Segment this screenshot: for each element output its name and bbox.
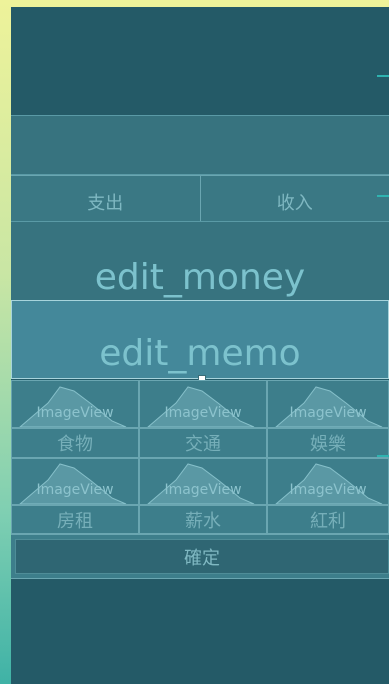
image-view-label: ImageView (164, 482, 242, 498)
category-image-entertainment[interactable]: ImageView (267, 380, 389, 428)
category-label-salary[interactable]: 薪水 (139, 505, 267, 534)
image-view-label: ImageView (36, 405, 114, 421)
category-label-food[interactable]: 食物 (11, 428, 139, 458)
tab-expense[interactable]: 支出 (11, 175, 201, 221)
bottom-area (11, 579, 389, 684)
tab-income[interactable]: 收入 (200, 175, 389, 221)
category-grid: ImageView ImageView ImageView 食物 交通 娛樂 I… (11, 380, 389, 534)
top-header (11, 7, 389, 115)
image-view-label: ImageView (164, 405, 242, 421)
category-image-food[interactable]: ImageView (11, 380, 139, 428)
edge-marker (377, 75, 389, 77)
type-tabs: 支出 收入 (11, 175, 389, 222)
category-image-salary[interactable]: ImageView (139, 458, 267, 505)
confirm-container: 確定 (11, 534, 389, 579)
edge-marker (377, 455, 389, 457)
category-label-bonus[interactable]: 紅利 (267, 505, 389, 534)
edge-marker (377, 195, 389, 197)
image-view-label: ImageView (289, 482, 367, 498)
category-image-transport[interactable]: ImageView (139, 380, 267, 428)
image-view-label: ImageView (36, 482, 114, 498)
toolbar-band (11, 115, 389, 175)
memo-input[interactable]: edit_memo (11, 300, 389, 379)
category-label-rent[interactable]: 房租 (11, 505, 139, 534)
money-input[interactable]: edit_money (11, 222, 389, 300)
category-image-rent[interactable]: ImageView (11, 458, 139, 505)
confirm-button[interactable]: 確定 (15, 539, 389, 574)
category-image-bonus[interactable]: ImageView (267, 458, 389, 505)
category-label-entertainment[interactable]: 娛樂 (267, 428, 389, 458)
category-label-transport[interactable]: 交通 (139, 428, 267, 458)
app-screen: 支出 收入 edit_money edit_memo ImageView Ima… (11, 7, 389, 684)
image-view-label: ImageView (289, 405, 367, 421)
